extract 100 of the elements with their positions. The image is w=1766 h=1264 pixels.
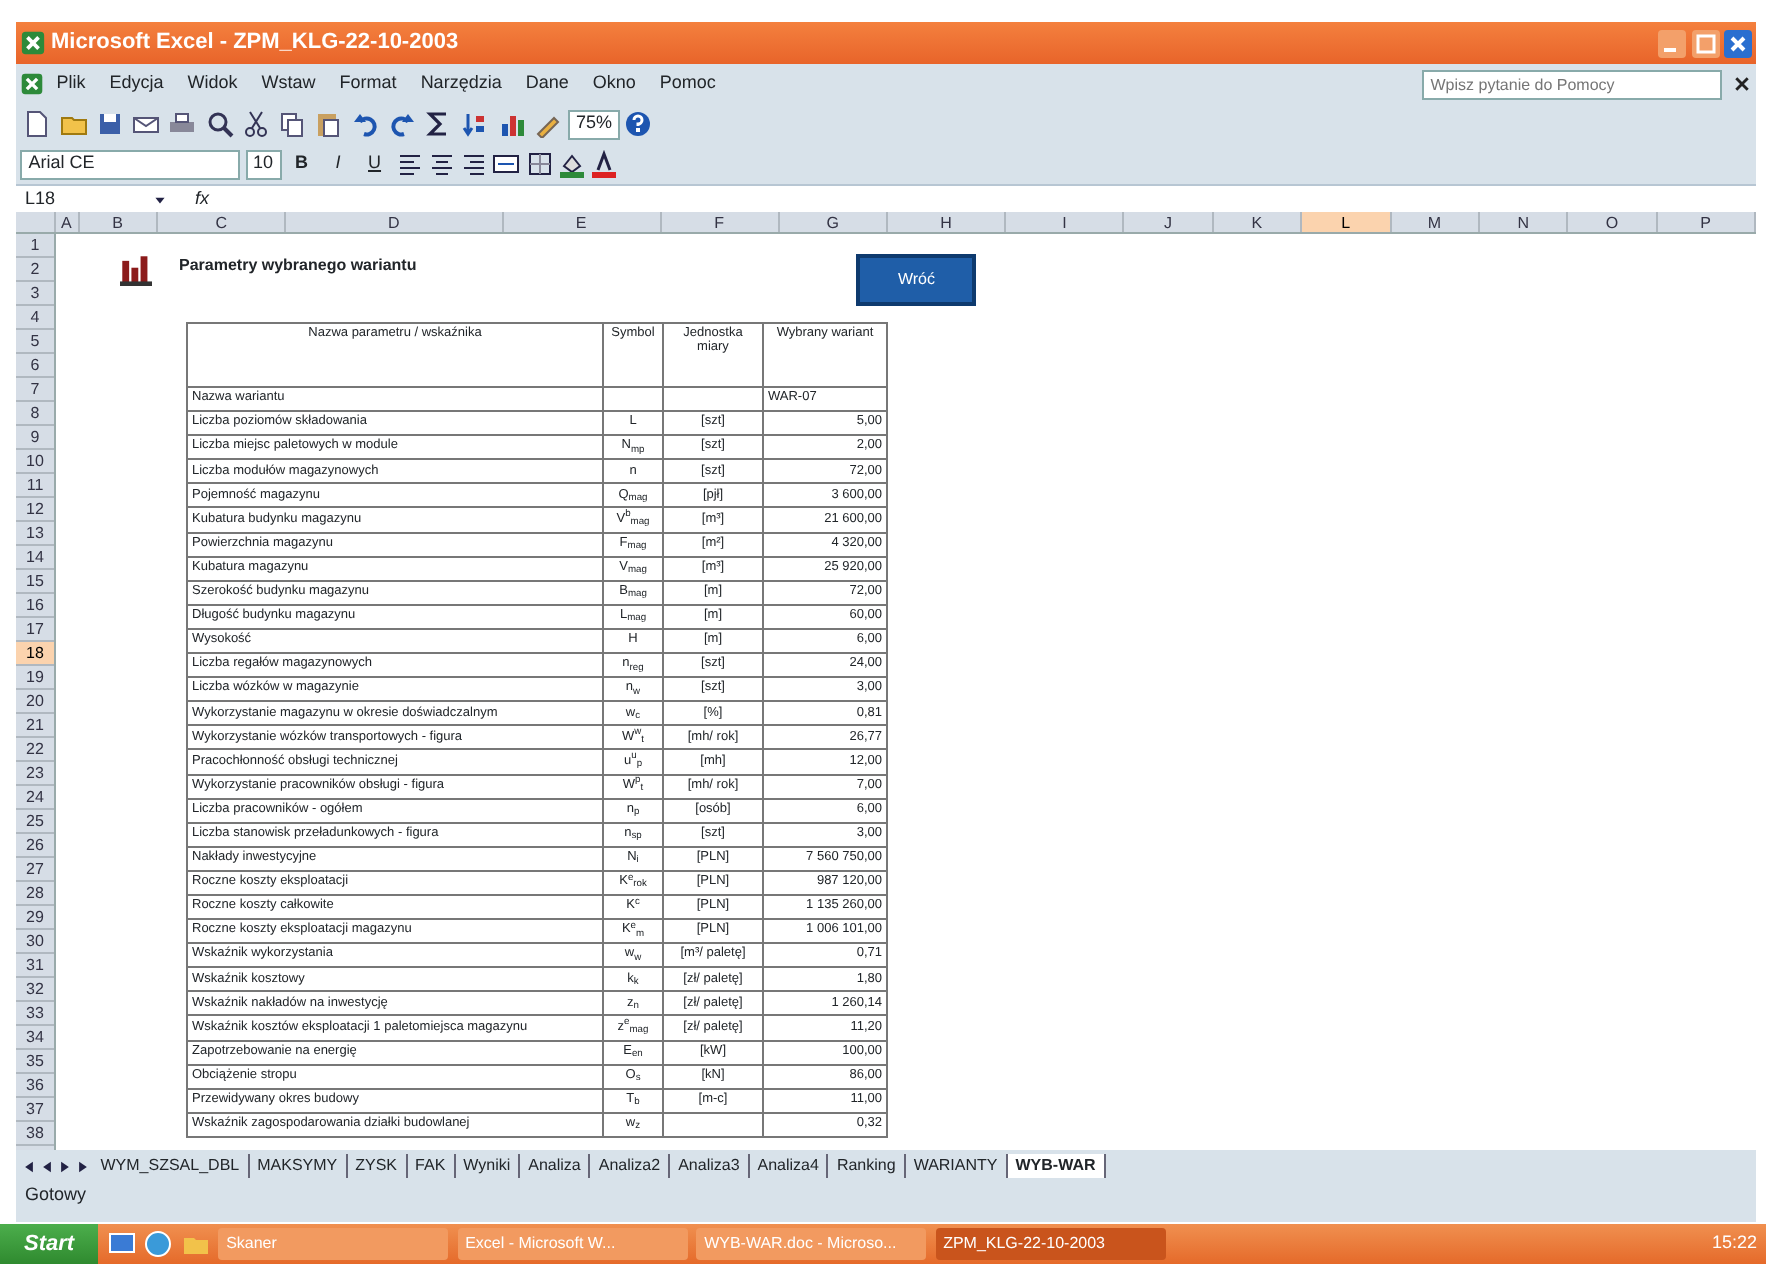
column-header[interactable]: M — [1391, 212, 1480, 232]
sheet-tab[interactable]: Ranking — [828, 1154, 906, 1178]
sheet-tab[interactable]: WYM_SZSAL_DBL — [92, 1154, 250, 1178]
menu-item[interactable]: Pomoc — [647, 70, 728, 98]
help-icon[interactable] — [624, 110, 653, 138]
undo-icon[interactable] — [351, 110, 379, 138]
menu-item[interactable]: Okno — [580, 70, 648, 98]
menu-item[interactable]: Dane — [513, 70, 581, 98]
sheet-tab[interactable]: Analiza2 — [590, 1154, 671, 1178]
column-header[interactable]: N — [1479, 212, 1569, 232]
column-header[interactable]: O — [1568, 212, 1658, 232]
save-icon[interactable] — [95, 110, 124, 138]
column-header[interactable]: B — [79, 212, 159, 232]
row-header[interactable]: 23 — [16, 762, 54, 786]
column-header[interactable]: G — [779, 212, 888, 232]
fill-color-icon[interactable] — [557, 150, 586, 178]
row-header[interactable]: 38 — [16, 1122, 54, 1146]
row-header[interactable]: 33 — [16, 1002, 54, 1026]
row-header[interactable]: 10 — [16, 450, 54, 474]
align-left-icon[interactable] — [395, 150, 424, 178]
format-button[interactable]: I — [322, 148, 355, 180]
column-header[interactable]: L — [1302, 212, 1392, 232]
align-center-icon[interactable] — [427, 150, 456, 178]
sheet-tab[interactable]: Analiza — [520, 1154, 591, 1178]
row-header[interactable]: 18 — [16, 642, 54, 666]
row-header[interactable]: 35 — [16, 1050, 54, 1074]
menu-item[interactable]: Wstaw — [249, 70, 328, 98]
column-header[interactable]: E — [503, 212, 662, 232]
column-header[interactable]: P — [1657, 212, 1756, 232]
menu-item[interactable]: Edycja — [97, 70, 176, 98]
format-button[interactable]: U — [358, 148, 391, 180]
menu-item[interactable]: Narzędzia — [408, 70, 514, 98]
row-header[interactable]: 12 — [16, 498, 54, 522]
sheet-tab[interactable]: FAK — [407, 1154, 456, 1178]
font-dropdown[interactable]: Arial CE — [20, 149, 241, 179]
row-header[interactable]: 25 — [16, 810, 54, 834]
scissors-icon[interactable] — [241, 110, 270, 138]
row-header[interactable]: 2 — [16, 258, 54, 282]
row-header[interactable]: 8 — [16, 402, 54, 426]
sort-icon[interactable] — [460, 110, 489, 138]
row-header[interactable]: 13 — [16, 522, 54, 546]
fx-label[interactable]: fx — [195, 185, 210, 213]
new-document-icon[interactable] — [22, 110, 51, 138]
format-button[interactable]: B — [285, 148, 318, 180]
row-header[interactable]: 26 — [16, 834, 54, 858]
column-header[interactable]: F — [661, 212, 780, 232]
paste-icon[interactable] — [314, 110, 343, 138]
row-header[interactable]: 22 — [16, 738, 54, 762]
back-button[interactable]: Wróć — [856, 254, 977, 306]
merge-icon[interactable] — [492, 150, 521, 178]
row-header[interactable]: 5 — [16, 330, 54, 354]
row-header[interactable]: 29 — [16, 906, 54, 930]
sheet-tab[interactable]: Analiza4 — [749, 1154, 829, 1178]
sheet-tab[interactable]: Wyniki — [455, 1154, 521, 1178]
row-header[interactable]: 9 — [16, 426, 54, 450]
magnifier-icon[interactable] — [205, 110, 233, 138]
row-header[interactable]: 24 — [16, 786, 54, 810]
desktop-icon[interactable] — [107, 1230, 136, 1258]
chart-icon[interactable] — [497, 110, 525, 138]
row-header[interactable]: 37 — [16, 1098, 54, 1122]
column-header[interactable]: A — [55, 212, 80, 232]
name-box[interactable]: L18 — [25, 185, 125, 213]
font-size-dropdown[interactable]: 10 — [245, 149, 282, 179]
row-header[interactable]: 28 — [16, 882, 54, 906]
sheet-tab[interactable]: MAKSYMY — [249, 1154, 348, 1178]
redo-icon[interactable] — [387, 110, 416, 138]
row-header[interactable]: 32 — [16, 978, 54, 1002]
row-header[interactable]: 21 — [16, 714, 54, 738]
sheet-tab[interactable]: WYB-WAR — [1007, 1154, 1106, 1178]
sum-icon[interactable] — [424, 110, 452, 138]
globe-icon[interactable] — [144, 1230, 173, 1258]
taskbar-button[interactable]: ZPM_KLG-22-10-2003 — [935, 1228, 1166, 1260]
row-header[interactable]: 34 — [16, 1026, 54, 1050]
maximize-icon[interactable] — [1691, 29, 1719, 57]
row-header[interactable]: 7 — [16, 378, 54, 402]
menu-item[interactable]: Widok — [175, 70, 250, 98]
copy-icon[interactable] — [278, 110, 306, 138]
row-header[interactable]: 1 — [16, 234, 54, 258]
row-header[interactable]: 11 — [16, 474, 54, 498]
menu-item[interactable]: Format — [327, 70, 409, 98]
row-header[interactable]: 31 — [16, 954, 54, 978]
row-header[interactable]: 30 — [16, 930, 54, 954]
row-header[interactable]: 14 — [16, 546, 54, 570]
close-icon[interactable] — [1731, 74, 1752, 94]
column-header[interactable]: D — [286, 212, 504, 232]
column-header[interactable]: I — [1006, 212, 1125, 232]
row-header[interactable]: 19 — [16, 666, 54, 690]
menu-item[interactable]: Plik — [44, 70, 98, 98]
help-search-field[interactable]: Wpisz pytanie do Pomocy — [1422, 69, 1723, 99]
font-color-icon[interactable] — [590, 150, 619, 178]
row-header[interactable]: 6 — [16, 354, 54, 378]
sheet-tab[interactable]: ZYSK — [347, 1154, 408, 1178]
column-header[interactable]: C — [158, 212, 287, 232]
row-header[interactable]: 20 — [16, 690, 54, 714]
zoom-dropdown[interactable]: 75% — [568, 109, 621, 139]
row-header[interactable]: 16 — [16, 594, 54, 618]
column-header[interactable]: H — [887, 212, 1007, 232]
row-header[interactable]: 27 — [16, 858, 54, 882]
align-right-icon[interactable] — [460, 150, 489, 178]
printer-icon[interactable] — [168, 110, 197, 138]
